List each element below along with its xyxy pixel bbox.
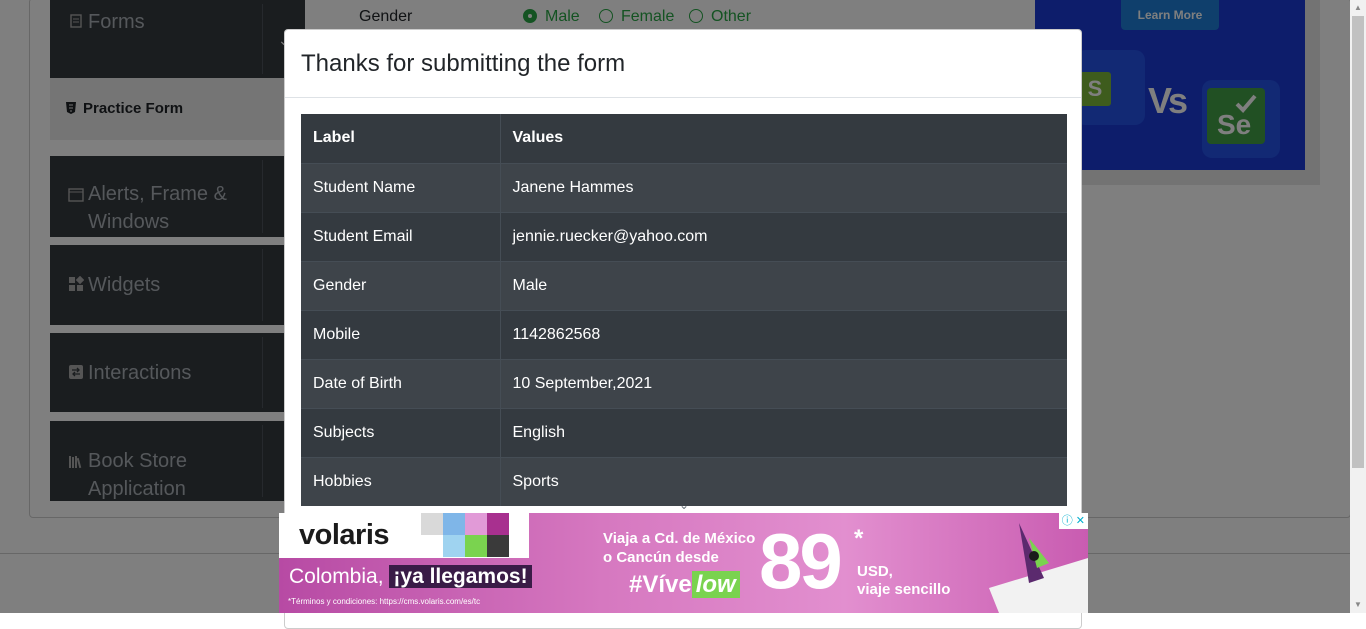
- ad-price: 89: [759, 517, 843, 605]
- row-label: Date of Birth: [301, 358, 501, 408]
- scroll-up-icon[interactable]: ▲: [1350, 0, 1366, 16]
- ad-color-square: [465, 513, 487, 535]
- ad-hashtag-highlight: low: [691, 571, 740, 598]
- table-header-row: Label Values: [301, 114, 1067, 163]
- ad-close-icon[interactable]: ⓘ ✕: [1058, 513, 1088, 529]
- row-label: Hobbies: [301, 456, 501, 506]
- modal-body: Label Values Student Name Janene Hammes …: [285, 98, 1081, 506]
- ad-color-square: [421, 513, 443, 535]
- ad-route-line: o Cancún desde: [603, 549, 719, 566]
- page-scrollbar[interactable]: ▲ ▼: [1350, 0, 1366, 613]
- row-value: 1142862568: [500, 309, 1067, 359]
- ad-color-square: [421, 535, 443, 557]
- column-header-values: Values: [500, 114, 1067, 163]
- row-value: English: [500, 407, 1067, 457]
- modal-title: Thanks for submitting the form: [285, 30, 1081, 98]
- table-row: Subjects English: [301, 407, 1067, 457]
- ad-headline-prefix: Colombia,: [289, 565, 390, 588]
- bottom-banner-ad[interactable]: volaris Colombia, ¡ya llegamos! *Término…: [279, 513, 1088, 613]
- airplane-icon: [989, 523, 1088, 613]
- ad-route-line: Viaja a Cd. de México: [603, 530, 756, 547]
- ad-currency: USD, viaje sencillo: [857, 563, 950, 599]
- ad-hashtag: #Víve low: [629, 571, 740, 599]
- ad-color-square: [465, 535, 487, 557]
- row-label: Gender: [301, 260, 501, 310]
- table-row: Student Name Janene Hammes: [301, 162, 1067, 212]
- chevron-down-icon: ⌄: [679, 498, 690, 512]
- ad-headline: Colombia, ¡ya llegamos!: [289, 565, 532, 589]
- row-value: Male: [500, 260, 1067, 310]
- table-row: Date of Birth 10 September,2021: [301, 358, 1067, 408]
- table-row: Mobile 1142862568: [301, 309, 1067, 359]
- scroll-down-icon[interactable]: ▼: [1350, 597, 1366, 613]
- row-value: jennie.ruecker@yahoo.com: [500, 211, 1067, 261]
- row-value: Sports: [500, 456, 1067, 506]
- ad-color-square: [487, 513, 509, 535]
- submission-table: Label Values Student Name Janene Hammes …: [301, 114, 1067, 506]
- ad-color-square: [487, 535, 509, 557]
- row-label: Mobile: [301, 309, 501, 359]
- ad-color-square: [443, 535, 465, 557]
- scrollbar-thumb[interactable]: [1352, 16, 1364, 468]
- column-header-label: Label: [301, 114, 501, 163]
- ad-currency-line: USD,: [857, 563, 893, 580]
- ad-headline-highlight: ¡ya llegamos!: [389, 565, 532, 588]
- ad-price-star: *: [854, 525, 864, 552]
- row-label: Subjects: [301, 407, 501, 457]
- row-value: Janene Hammes: [500, 162, 1067, 212]
- ad-hashtag-prefix: #Víve: [629, 571, 692, 598]
- row-label: Student Name: [301, 162, 501, 212]
- row-label: Student Email: [301, 211, 501, 261]
- ad-tagline: viaje sencillo: [857, 581, 951, 598]
- ad-route-text: Viaja a Cd. de México o Cancún desde: [603, 529, 755, 567]
- ad-terms: *Términos y condiciones: https://cms.vol…: [288, 597, 481, 606]
- table-row: Gender Male: [301, 260, 1067, 310]
- ad-color-square: [443, 513, 465, 535]
- table-row: Student Email jennie.ruecker@yahoo.com: [301, 211, 1067, 261]
- row-value: 10 September,2021: [500, 358, 1067, 408]
- ad-brand-logo: volaris: [299, 519, 390, 551]
